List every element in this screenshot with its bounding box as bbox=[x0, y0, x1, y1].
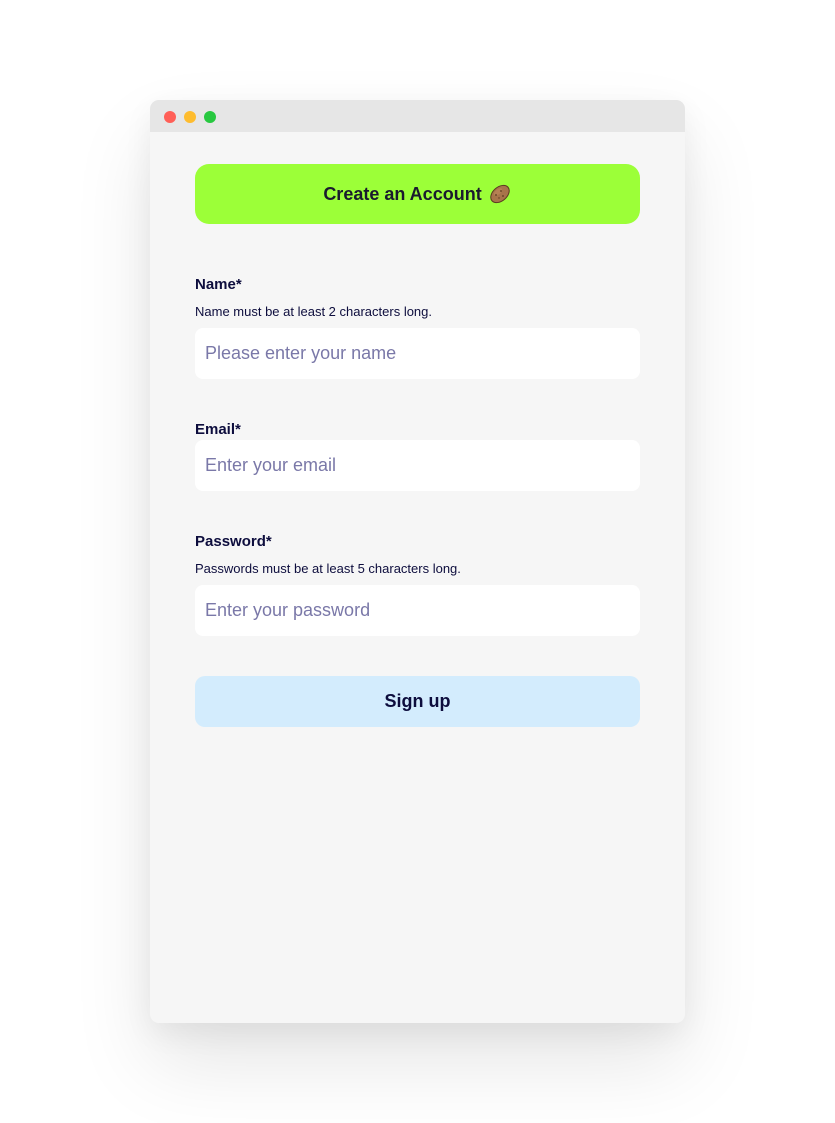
name-hint: Name must be at least 2 characters long. bbox=[195, 304, 433, 319]
email-input[interactable] bbox=[195, 440, 640, 491]
email-label: Email* bbox=[195, 421, 241, 438]
password-label: Password* bbox=[195, 533, 272, 550]
potato-icon bbox=[488, 182, 512, 206]
name-label: Name* bbox=[195, 276, 242, 293]
email-field-group: Email* bbox=[195, 421, 640, 491]
close-window-button[interactable] bbox=[164, 111, 176, 123]
minimize-window-button[interactable] bbox=[184, 111, 196, 123]
browser-window: Create an Account Name* Name must be at … bbox=[150, 100, 685, 1023]
name-field-group: Name* Name must be at least 2 characters… bbox=[195, 276, 640, 379]
form-title: Create an Account bbox=[323, 183, 482, 204]
password-field-group: Password* Passwords must be at least 5 c… bbox=[195, 533, 640, 636]
form-header: Create an Account bbox=[195, 164, 640, 224]
sign-up-label: Sign up bbox=[384, 691, 451, 711]
password-input[interactable] bbox=[195, 585, 640, 636]
name-input[interactable] bbox=[195, 328, 640, 379]
password-hint: Passwords must be at least 5 characters … bbox=[195, 561, 461, 576]
signup-form: Create an Account Name* Name must be at … bbox=[195, 164, 640, 727]
maximize-window-button[interactable] bbox=[204, 111, 216, 123]
sign-up-button[interactable]: Sign up bbox=[195, 676, 640, 727]
window-titlebar bbox=[150, 100, 685, 132]
